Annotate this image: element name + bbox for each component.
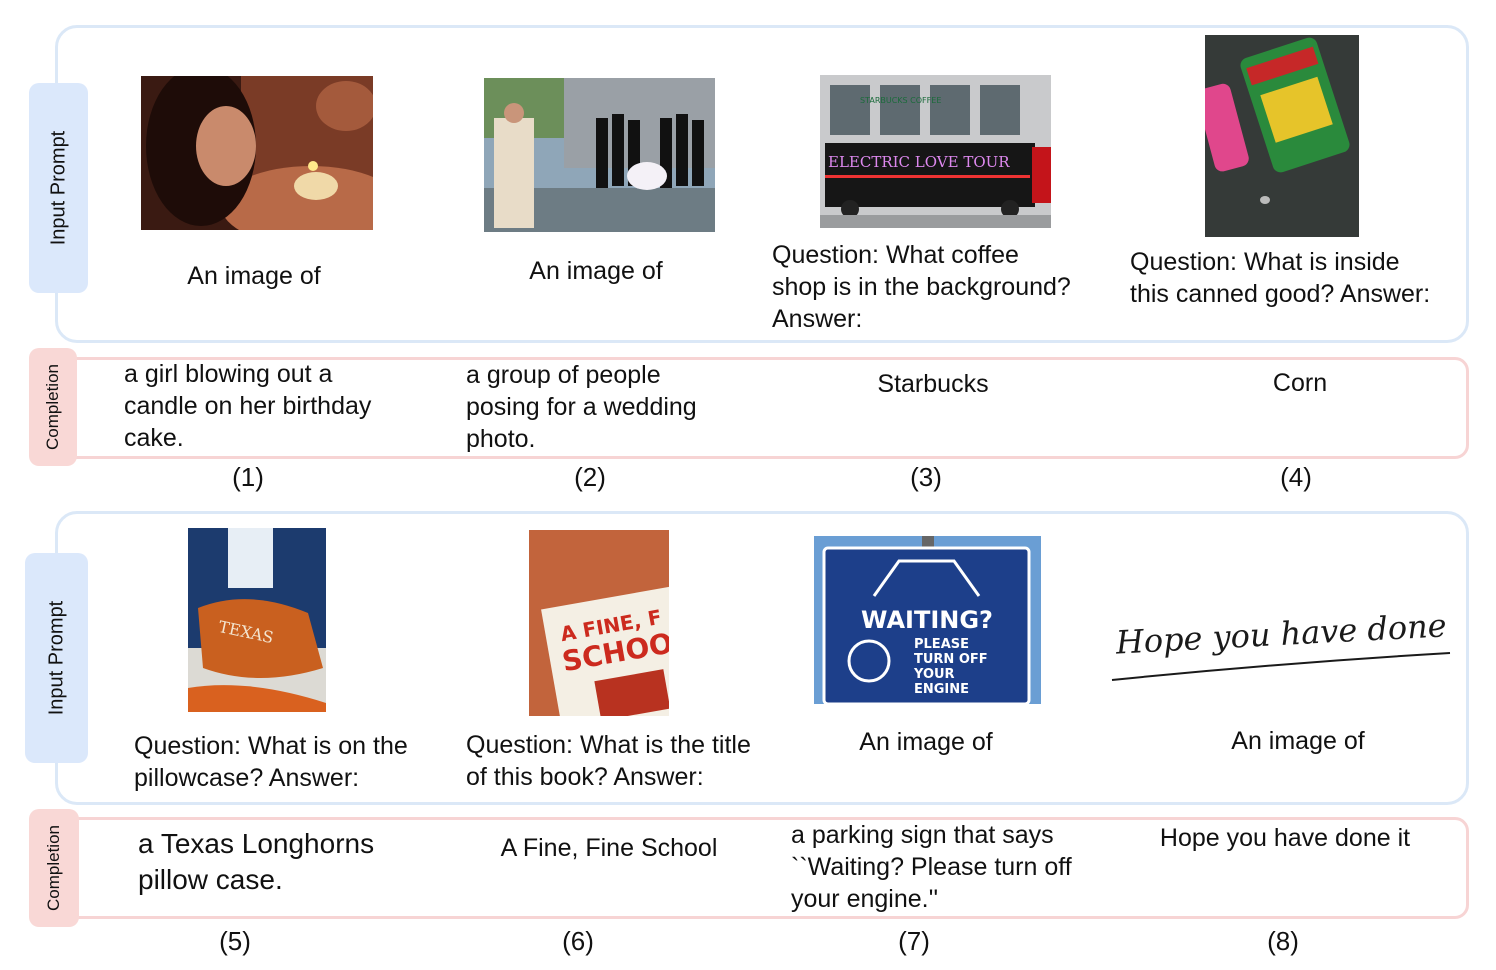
image-birthday-girl	[141, 76, 373, 230]
completion-text-4: Corn	[1272, 369, 1328, 397]
prompt-text-6: Question: What is the title of this book…	[466, 731, 751, 791]
prompt-tag-row2: Input Prompt	[25, 553, 88, 763]
image-handwriting: Hope you have done it.	[1110, 595, 1455, 690]
prompt-text-5: Question: What is on the pillowcase? Ans…	[134, 732, 408, 792]
prompt-tag-label: Input Prompt	[45, 600, 67, 716]
completion-tag-row2: Completion	[29, 809, 79, 927]
example-label-4: (4)	[1280, 462, 1312, 492]
image-waiting-sign: WAITING? PLEASE TURN OFF YOUR ENGINE	[814, 536, 1041, 704]
completion-text-6: A Fine, Fine School	[500, 834, 718, 862]
example-label-2: (2)	[574, 462, 606, 492]
prompt-text-8: An image of	[1231, 727, 1365, 755]
example-label-5: (5)	[219, 926, 251, 956]
image-book-cover: A FINE, F SCHOO	[529, 530, 669, 716]
prompt-text-2: An image of	[529, 257, 663, 285]
sign-title-text: WAITING?	[861, 606, 993, 634]
prompt-text-3: Question: What coffee shop is in the bac…	[772, 241, 1071, 333]
prompt-text-7: An image of	[859, 728, 993, 756]
example-label-6: (6)	[562, 926, 594, 956]
completion-text-3: Starbucks	[877, 370, 989, 398]
example-label-1: (1)	[232, 462, 264, 492]
completion-text-2: a group of people posing for a wedding p…	[466, 361, 697, 453]
prompt-tag-label: Input Prompt	[47, 130, 69, 246]
image-canned-corn	[1205, 35, 1359, 237]
completion-tag-label: Completion	[44, 825, 63, 911]
prompt-text-1: An image of	[187, 262, 321, 290]
completion-text-5: a Texas Longhorns pillow case.	[138, 828, 375, 895]
completion-tag-label: Completion	[43, 364, 62, 450]
bus-sign-text: ELECTRIC LOVE TOUR	[828, 153, 1010, 171]
completion-text-1: a girl blowing out a candle on her birth…	[124, 360, 372, 452]
example-label-7: (7)	[898, 926, 930, 956]
handwriting-text: Hope you have done it.	[1114, 604, 1455, 662]
image-texas-pillow: TEXAS	[188, 528, 326, 712]
completion-text-7: a parking sign that says ``Waiting? Plea…	[791, 821, 1072, 913]
image-starbucks-bus: STARBUCKS COFFEE ELECTRIC LOVE TOUR	[820, 75, 1051, 228]
example-label-8: (8)	[1267, 926, 1299, 956]
example-label-3: (3)	[910, 462, 942, 492]
completion-tag-row1: Completion	[29, 348, 77, 466]
prompt-tag-row1: Input Prompt	[29, 83, 88, 293]
prompt-text-4: Question: What is inside this canned goo…	[1130, 248, 1431, 308]
image-wedding-group	[484, 78, 715, 232]
store-sign-text: STARBUCKS COFFEE	[860, 96, 941, 105]
completion-text-8: Hope you have done it	[1159, 824, 1411, 852]
